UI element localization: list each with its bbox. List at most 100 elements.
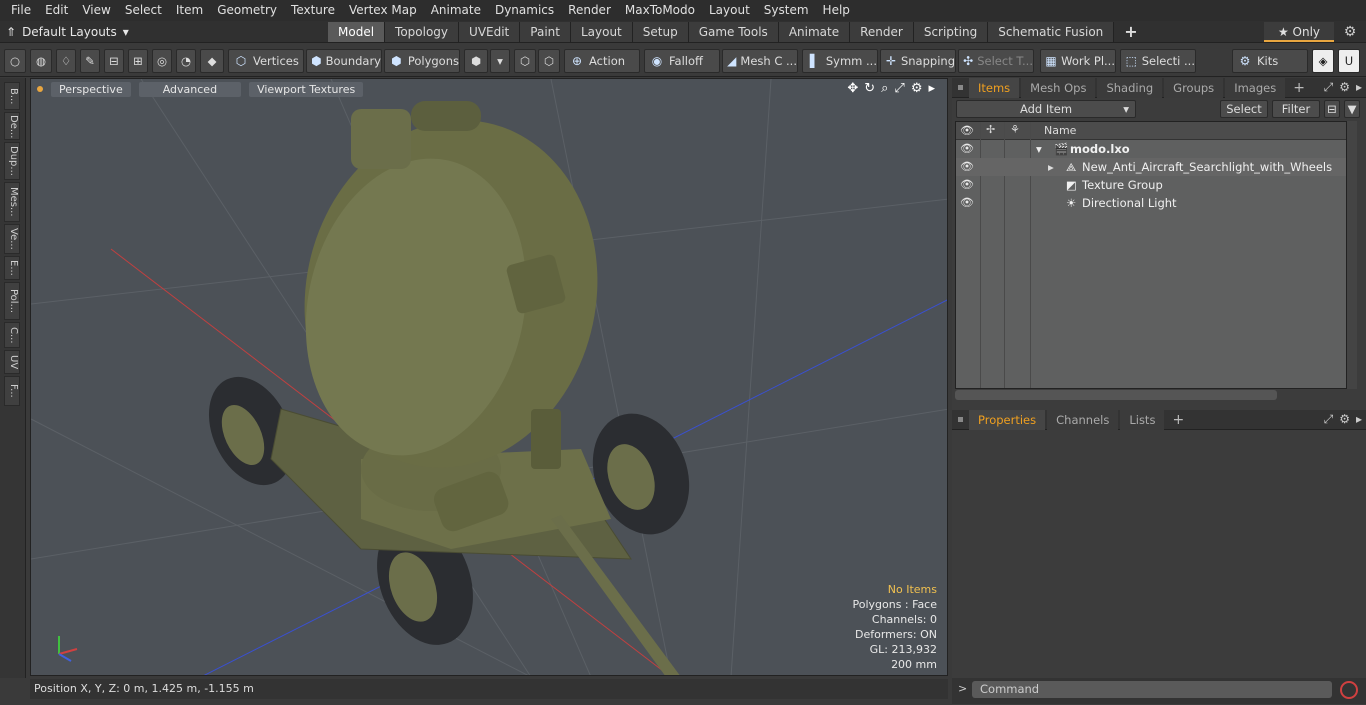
only-toggle[interactable]: ★ Only: [1264, 22, 1334, 42]
panel-menu-dot-icon[interactable]: [958, 417, 963, 422]
visibility-eye-icon[interactable]: 👁: [960, 196, 974, 210]
menu-item-help[interactable]: Help: [816, 0, 857, 21]
tab-model[interactable]: Model: [328, 22, 386, 42]
viewport-textures-button[interactable]: Viewport Textures: [249, 81, 364, 97]
unity-icon[interactable]: ◈: [1312, 49, 1334, 73]
tab-setup[interactable]: Setup: [632, 22, 689, 42]
left-tab-2[interactable]: Dup...: [4, 142, 20, 180]
left-tab-1[interactable]: De...: [4, 112, 20, 140]
item-list-hscrollbar[interactable]: [955, 390, 1277, 400]
menu-item-view[interactable]: View: [75, 0, 117, 21]
add-tab-icon[interactable]: +: [1287, 80, 1311, 96]
tab-scripting[interactable]: Scripting: [913, 22, 989, 42]
tab-layout[interactable]: Layout: [570, 22, 633, 42]
brush-icon[interactable]: ✎: [80, 49, 100, 73]
boundary-button[interactable]: ⬢ Boundary: [306, 49, 382, 73]
panel-menu-dot-icon[interactable]: [958, 85, 963, 90]
left-tab-7[interactable]: C...: [4, 322, 20, 348]
gear-icon[interactable]: ⚙: [1340, 22, 1360, 42]
center-icon[interactable]: ⊞: [128, 49, 148, 73]
panel-gear-icon[interactable]: ⚙: [1339, 412, 1350, 427]
vertices-button[interactable]: ⬡ Vertices: [228, 49, 304, 73]
left-tab-5[interactable]: E...: [4, 256, 20, 280]
menu-item-geometry[interactable]: Geometry: [210, 0, 284, 21]
action-center-button[interactable]: ⊕ Action: [564, 49, 640, 73]
add-tab-icon[interactable]: +: [1166, 412, 1190, 428]
unreal-icon[interactable]: U: [1338, 49, 1360, 73]
menu-item-render[interactable]: Render: [561, 0, 618, 21]
work-plane-button[interactable]: ▦ Work Pl...: [1040, 49, 1116, 73]
item-row-light[interactable]: 👁 ☀ Directional Light: [956, 194, 1346, 212]
select-through-button[interactable]: ✣ Select T...: [958, 49, 1034, 73]
left-tab-4[interactable]: Ve...: [4, 224, 20, 254]
tab-topology[interactable]: Topology: [385, 22, 460, 42]
tab-animate[interactable]: Animate: [778, 22, 851, 42]
zoom-view-icon[interactable]: ⌕: [881, 81, 888, 96]
move-view-icon[interactable]: ✥: [847, 81, 858, 96]
filter-button[interactable]: Filter: [1272, 100, 1320, 118]
item-row-scene[interactable]: 👁 ▾ 🎬 modo.lxo: [956, 140, 1346, 158]
expand-panel-icon[interactable]: ⤢: [1324, 80, 1334, 95]
funnel-icon[interactable]: ▼: [1344, 100, 1360, 118]
left-tab-6[interactable]: Pol...: [4, 282, 20, 320]
tab-shading[interactable]: Shading: [1097, 77, 1163, 98]
tab-uvedit[interactable]: UVEdit: [459, 22, 521, 42]
tab-properties[interactable]: Properties: [969, 409, 1046, 430]
left-tab-9[interactable]: F...: [4, 376, 20, 406]
tab-paint[interactable]: Paint: [520, 22, 571, 42]
tab-schematic-fusion[interactable]: Schematic Fusion: [988, 22, 1115, 42]
mesh-constraint-button[interactable]: ◢ Mesh C ...: [722, 49, 798, 73]
chevron-down-icon[interactable]: ▾: [490, 49, 510, 73]
collapse-arrow-icon[interactable]: ▾: [1036, 142, 1042, 156]
select-circle-icon[interactable]: ○: [4, 49, 26, 73]
tab-game-tools[interactable]: Game Tools: [688, 22, 779, 42]
tab-render[interactable]: Render: [850, 22, 914, 42]
command-input[interactable]: Command: [972, 681, 1332, 698]
panel-gear-icon[interactable]: ⚙: [1339, 80, 1350, 95]
menu-item-animate[interactable]: Animate: [424, 0, 488, 21]
item-list-scrollbar[interactable]: [1347, 121, 1357, 389]
align-icon[interactable]: ⊟: [104, 49, 124, 73]
menu-item-vertex-map[interactable]: Vertex Map: [342, 0, 424, 21]
symmetry-button[interactable]: ▌ Symm ...: [802, 49, 878, 73]
globe-icon[interactable]: ◍: [30, 49, 52, 73]
selection-sets-button[interactable]: ⬚ Selecti ...: [1120, 49, 1196, 73]
item-mode-icon[interactable]: ◆: [200, 49, 224, 73]
menu-item-item[interactable]: Item: [169, 0, 210, 21]
rotate-icon[interactable]: ◔: [176, 49, 196, 73]
panel-arrow-icon[interactable]: ▸: [1356, 80, 1362, 95]
polygons-button[interactable]: ⬢ Polygons: [384, 49, 460, 73]
kits-button[interactable]: ⚙ Kits: [1232, 49, 1308, 73]
menu-item-edit[interactable]: Edit: [38, 0, 75, 21]
add-layout-tab-icon[interactable]: +: [1114, 22, 1147, 42]
item-row-mesh[interactable]: 👁 ▸ ⟁ New_Anti_Aircraft_Searchlight_with…: [956, 158, 1346, 176]
tab-mesh-ops[interactable]: Mesh Ops: [1021, 77, 1096, 98]
expand-arrow-icon[interactable]: ▸: [1048, 160, 1054, 174]
visibility-eye-icon[interactable]: 👁: [960, 178, 974, 192]
falloff-button[interactable]: ◉ Falloff: [644, 49, 720, 73]
3d-viewport[interactable]: Perspective Advanced Viewport Textures ✥…: [30, 78, 948, 676]
rotate-view-icon[interactable]: ↻: [864, 81, 875, 96]
material-icon[interactable]: ⬢: [464, 49, 488, 73]
advanced-button[interactable]: Advanced: [138, 81, 242, 97]
shield-alt-icon[interactable]: ⬡: [538, 49, 560, 73]
tab-channels[interactable]: Channels: [1047, 409, 1119, 430]
menu-item-select[interactable]: Select: [118, 0, 169, 21]
menu-item-maxtomodo[interactable]: MaxToModo: [618, 0, 702, 21]
tab-groups[interactable]: Groups: [1164, 77, 1224, 98]
left-tab-0[interactable]: B...: [4, 82, 20, 110]
menu-item-file[interactable]: File: [4, 0, 38, 21]
maximize-view-icon[interactable]: ⤢: [894, 81, 904, 96]
menu-item-layout[interactable]: Layout: [702, 0, 757, 21]
left-tab-3[interactable]: Mes...: [4, 182, 20, 222]
tab-items[interactable]: Items: [969, 77, 1020, 98]
add-item-dropdown[interactable]: Add Item ▾: [956, 100, 1136, 118]
left-tab-8[interactable]: UV: [4, 350, 20, 374]
shield-icon[interactable]: ⬡: [514, 49, 536, 73]
expand-panel-icon[interactable]: ⤢: [1324, 412, 1334, 427]
viewport-expand-icon[interactable]: ▸: [928, 81, 935, 96]
tab-images[interactable]: Images: [1225, 77, 1286, 98]
tab-lists[interactable]: Lists: [1120, 409, 1165, 430]
layouts-dropdown[interactable]: ⇑ Default Layouts ▾: [6, 21, 129, 43]
lasso-icon[interactable]: ♢: [56, 49, 76, 73]
